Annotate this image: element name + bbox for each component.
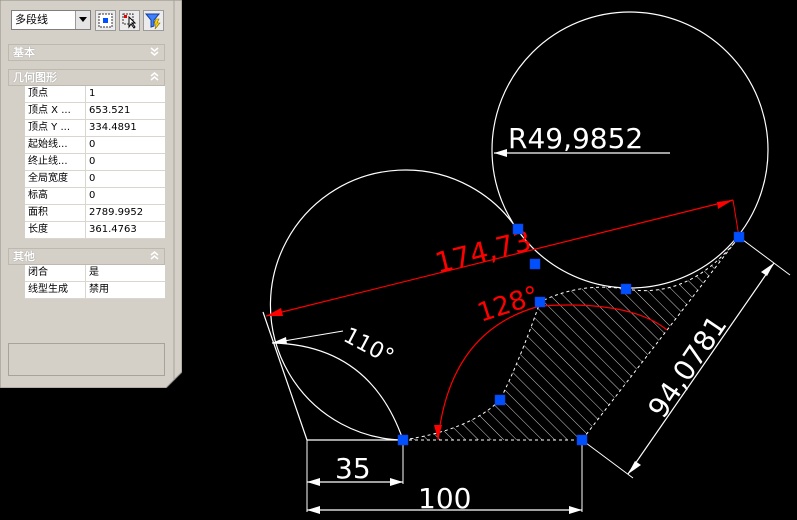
property-row[interactable]: 长度 361.4763 (8, 222, 165, 239)
section-basic-header[interactable]: 基本 (8, 44, 165, 61)
property-key: 顶点 X ... (25, 103, 86, 119)
quick-select-button[interactable] (95, 10, 116, 31)
section-misc-header[interactable]: 其他 (8, 248, 165, 265)
property-key: 终止线... (25, 154, 86, 170)
property-value[interactable]: 334.4891 (86, 120, 165, 136)
property-value[interactable]: 0 (86, 188, 165, 204)
property-value[interactable]: 0 (86, 137, 165, 153)
dimension-text-110: 110° (339, 323, 398, 370)
properties-toolbar: 多段线 (8, 9, 178, 33)
description-box (8, 343, 165, 376)
dimension-text-100: 100 (418, 482, 471, 515)
grip-vertex-8[interactable] (576, 434, 588, 446)
property-row[interactable]: 顶点 1 (8, 86, 165, 103)
dimension-text-radius: R49,9852 (508, 122, 643, 155)
chevron-double-up-icon[interactable] (149, 250, 160, 261)
chevron-double-up-icon[interactable] (149, 71, 160, 82)
section-geometry-header[interactable]: 几何图形 (8, 69, 165, 86)
filter-icon (144, 13, 161, 30)
misc-properties: 闭合是 线型生成 禁用 (8, 265, 165, 299)
chevron-down-icon[interactable] (75, 11, 90, 29)
geometry-properties: 顶点 1 顶点 X ... 653.521 顶点 Y ... 334.4891 起始线… (8, 86, 165, 239)
property-row[interactable]: 起始线... 0 (8, 137, 165, 154)
property-row[interactable]: 线型生成 禁用 (8, 282, 165, 299)
toggle-pickadd-button[interactable] (143, 10, 164, 31)
property-row[interactable]: 全局宽度 0 (8, 171, 165, 188)
grip-vertex-2[interactable] (733, 231, 745, 243)
property-row[interactable]: 闭合是 (8, 265, 165, 282)
section-misc-title: 其他 (13, 250, 35, 263)
select-objects-button[interactable] (119, 10, 140, 31)
property-value[interactable]: 是 (86, 265, 165, 281)
dimension-text-128: 128° (474, 281, 543, 329)
property-row[interactable]: 终止线... 0 (8, 154, 165, 171)
property-value: 361.4763 (86, 222, 165, 238)
property-key: 全局宽度 (25, 171, 86, 187)
property-row[interactable]: 面积 2789.9952 (8, 205, 165, 222)
property-key: 长度 (25, 222, 86, 238)
property-key: 顶点 Y ... (25, 120, 86, 136)
dimension-text-35: 35 (335, 452, 371, 485)
property-value: 2789.9952 (86, 205, 165, 221)
property-row[interactable]: 顶点 X ... 653.521 (8, 103, 165, 120)
object-type-value: 多段线 (15, 13, 48, 26)
property-key: 标高 (25, 188, 86, 204)
property-row[interactable]: 顶点 Y ... 334.4891 (8, 120, 165, 137)
tangent-line-left[interactable] (262, 311, 308, 441)
select-objects-icon (122, 13, 137, 29)
property-value[interactable]: 0 (86, 171, 165, 187)
section-geometry-title: 几何图形 (13, 71, 57, 84)
property-value[interactable]: 653.521 (86, 103, 165, 119)
property-key: 线型生成 (25, 282, 86, 298)
property-value[interactable]: 0 (86, 154, 165, 170)
grip-vertex-5[interactable] (534, 296, 546, 308)
property-value[interactable]: 禁用 (86, 282, 165, 298)
chevron-double-down-icon[interactable] (149, 46, 160, 57)
property-key: 顶点 (25, 86, 86, 102)
property-key: 面积 (25, 205, 86, 221)
grip-vertex-3[interactable] (529, 258, 541, 270)
property-key: 闭合 (25, 265, 86, 281)
quick-select-icon (98, 13, 113, 28)
properties-palette: 多段线 基本 几何图形 顶点 1 顶点 X ... 653.521 顶点 Y .… (0, 0, 182, 388)
property-key: 起始线... (25, 137, 86, 153)
grip-vertex-6[interactable] (494, 394, 506, 406)
grip-vertex-1[interactable] (512, 223, 524, 235)
grip-vertex-4[interactable] (620, 283, 632, 295)
object-type-dropdown[interactable]: 多段线 (11, 10, 91, 30)
property-row[interactable]: 标高 0 (8, 188, 165, 205)
grip-vertex-7[interactable] (397, 434, 409, 446)
section-basic-title: 基本 (13, 46, 35, 59)
property-value[interactable]: 1 (86, 86, 165, 102)
